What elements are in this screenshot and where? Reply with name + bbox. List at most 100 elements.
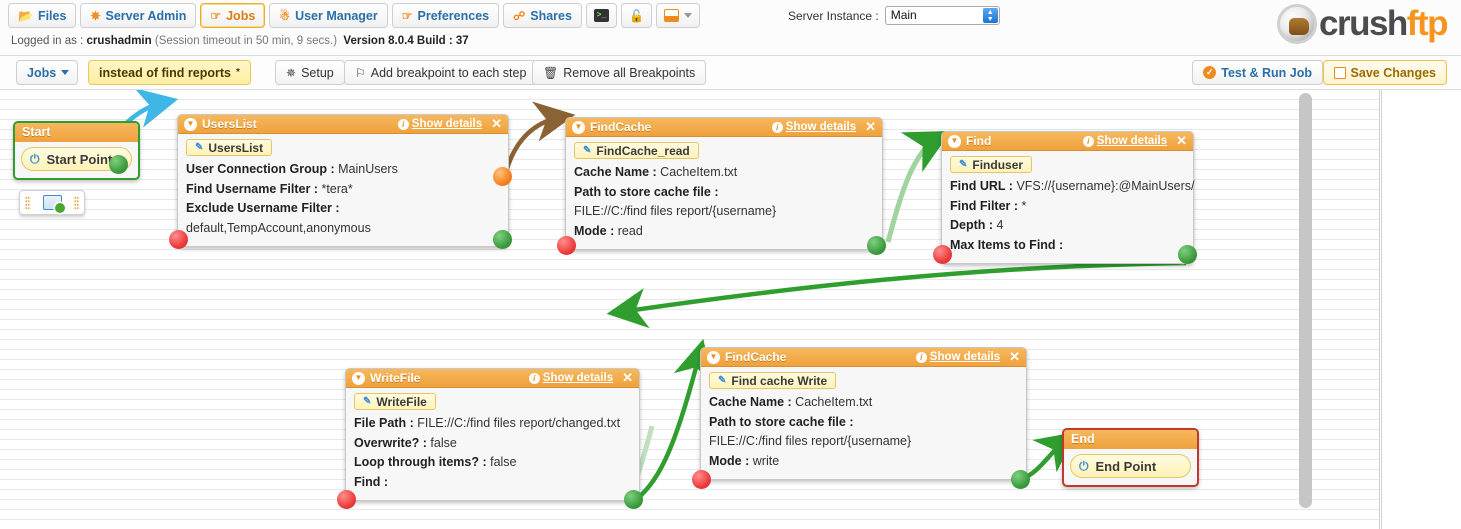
show-details-link[interactable]: i Show details: [397, 118, 483, 130]
node-tag[interactable]: ✎ Finduser: [950, 156, 1033, 173]
node-userslist[interactable]: ▼ UsersList i Show details ✕ ✎ UsersList…: [169, 114, 512, 249]
end-point-button[interactable]: ⏻ End Point: [1070, 454, 1191, 478]
close-icon[interactable]: ✕: [491, 116, 502, 132]
logged-in-username: crushadmin: [86, 35, 152, 47]
node-palette-toolbar[interactable]: [19, 190, 85, 215]
current-job-name-button[interactable]: instead of find reports *: [88, 60, 251, 85]
reports-dropdown-button[interactable]: [655, 3, 700, 28]
node-output-connector[interactable]: [867, 236, 886, 255]
nav-tab-user-manager[interactable]: ☃ User Manager: [269, 3, 388, 28]
show-details-link[interactable]: i Show details: [1082, 135, 1167, 147]
property-row: Path to store cache file :: [709, 413, 1018, 433]
nav-tab-files[interactable]: 📂 Files: [8, 3, 77, 28]
folder-icon: 📂: [18, 8, 33, 23]
node-find[interactable]: ▼ Find i Show details ✕ ✎ Finduser Find …: [933, 131, 1197, 264]
start-node[interactable]: Start ⏻ Start Point: [13, 121, 140, 180]
close-icon[interactable]: ✕: [865, 119, 876, 135]
end-node[interactable]: End ⏻ End Point: [1062, 428, 1199, 487]
start-point-label: Start Point: [46, 151, 113, 167]
drag-handle-left-icon[interactable]: [25, 196, 30, 209]
logged-in-label: Logged in as :: [11, 35, 84, 47]
gear-icon: ✵: [286, 65, 297, 80]
property-row: Find :: [354, 473, 631, 493]
start-output-connector[interactable]: [109, 155, 128, 174]
save-changes-button[interactable]: Save Changes: [1322, 60, 1447, 85]
test-run-job-button[interactable]: ✓ Test & Run Job: [1192, 60, 1323, 85]
shares-icon: ☍: [513, 8, 526, 23]
close-icon[interactable]: ✕: [1176, 133, 1187, 149]
node-header[interactable]: ▼ Find i Show details ✕: [942, 132, 1193, 151]
node-input-connector[interactable]: [692, 470, 711, 489]
node-title: Find: [966, 134, 992, 148]
property-row: Depth : 4: [950, 216, 1185, 236]
node-loop-connector[interactable]: [493, 167, 512, 186]
node-title: FindCache: [725, 350, 787, 364]
node-header[interactable]: ▼ WriteFile i Show details ✕: [346, 369, 639, 388]
collapse-icon[interactable]: ▼: [184, 117, 197, 131]
node-tag[interactable]: ✎ FindCache_read: [574, 142, 699, 159]
terminal-button[interactable]: >_: [585, 3, 617, 28]
node-tag[interactable]: ✎ WriteFile: [354, 393, 436, 410]
main-navigation-tabs: 📂 Files ✵ Server Admin ☞ Jobs ☃ User Man…: [8, 3, 700, 28]
add-node-icon[interactable]: [42, 195, 65, 213]
info-icon: i: [771, 121, 783, 133]
node-header[interactable]: ▼ UsersList i Show details ✕: [178, 115, 508, 134]
node-findcache-write[interactable]: ▼ FindCache i Show details ✕ ✎ Find cach…: [692, 347, 1030, 489]
setup-button[interactable]: ✵ Setup: [275, 60, 345, 85]
node-writefile[interactable]: ▼ WriteFile i Show details ✕ ✎ WriteFile…: [337, 368, 643, 509]
node-tag[interactable]: ✎ Find cache Write: [709, 372, 837, 389]
add-breakpoint-button[interactable]: ⚐ Add breakpoint to each step: [344, 60, 538, 85]
node-input-connector[interactable]: [169, 230, 188, 249]
server-instance-select[interactable]: Main ▲ ▼: [884, 6, 1000, 25]
top-header-bar: 📂 Files ✵ Server Admin ☞ Jobs ☃ User Man…: [0, 0, 1461, 56]
nav-tab-server-admin[interactable]: ✵ Server Admin: [80, 3, 197, 28]
property-row: Find URL : VFS://{username}:@MainUsers/: [950, 177, 1194, 197]
property-row: Cache Name : CacheItem.txt: [709, 393, 1018, 413]
node-input-connector[interactable]: [557, 236, 576, 255]
remove-breakpoints-button[interactable]: 🗑 Remove all Breakpoints: [532, 60, 707, 85]
nav-tab-label: Files: [37, 8, 67, 23]
node-tag[interactable]: ✎ UsersList: [186, 139, 273, 156]
collapse-icon[interactable]: ▼: [572, 120, 585, 134]
nav-tab-jobs[interactable]: ☞ Jobs: [200, 3, 266, 28]
chevron-down-icon: [683, 13, 692, 18]
node-input-connector[interactable]: [933, 245, 952, 264]
show-details-label: Show details: [411, 118, 483, 130]
close-icon[interactable]: ✕: [1009, 349, 1020, 365]
property-row: User Connection Group : MainUsers: [186, 160, 500, 180]
scrollbar-thumb[interactable]: [1299, 93, 1312, 508]
node-findcache-read[interactable]: ▼ FindCache i Show details ✕ ✎ FindCache…: [557, 117, 886, 255]
drag-handle-right-icon[interactable]: [74, 196, 79, 209]
node-output-connector[interactable]: [1011, 470, 1030, 489]
node-input-connector[interactable]: [337, 490, 356, 509]
node-tag-label: Finduser: [972, 157, 1024, 172]
node-header[interactable]: ▼ FindCache i Show details ✕: [701, 348, 1026, 367]
show-details-link[interactable]: i Show details: [915, 351, 1000, 363]
collapse-icon[interactable]: ▼: [948, 134, 961, 148]
property-value: MainUsers: [338, 162, 398, 176]
property-row: Max Items to Find :: [950, 236, 1185, 256]
property-value: *: [1021, 198, 1027, 213]
property-label: Cache Name :: [574, 165, 657, 179]
server-instance-value: Main: [890, 8, 917, 22]
node-header[interactable]: ▼ FindCache i Show details ✕: [566, 118, 882, 137]
property-label: Find Username Filter :: [186, 181, 318, 196]
job-workflow-canvas[interactable]: Start ⏻ Start Point ▼ UsersList i Show d…: [0, 90, 1380, 529]
unlock-button[interactable]: 🔓: [620, 3, 652, 28]
node-output-connector[interactable]: [624, 490, 643, 509]
close-icon[interactable]: ✕: [622, 370, 633, 386]
node-output-connector[interactable]: [1178, 245, 1197, 264]
property-row: Mode : write: [709, 452, 1018, 472]
show-details-link[interactable]: i Show details: [528, 372, 613, 384]
property-label: Mode :: [709, 453, 750, 468]
collapse-icon[interactable]: ▼: [352, 371, 365, 385]
canvas-vertical-scrollbar[interactable]: [1299, 93, 1312, 518]
nav-tab-preferences[interactable]: ☞ Preferences: [391, 3, 500, 28]
jobs-dropdown-button[interactable]: Jobs: [16, 60, 79, 85]
stepper-arrows-icon[interactable]: ▲ ▼: [982, 8, 998, 23]
collapse-icon[interactable]: ▼: [707, 350, 720, 364]
node-output-connector[interactable]: [493, 230, 512, 249]
show-details-link[interactable]: i Show details: [771, 121, 856, 133]
setup-label: Setup: [301, 65, 334, 80]
nav-tab-shares[interactable]: ☍ Shares: [503, 3, 582, 28]
